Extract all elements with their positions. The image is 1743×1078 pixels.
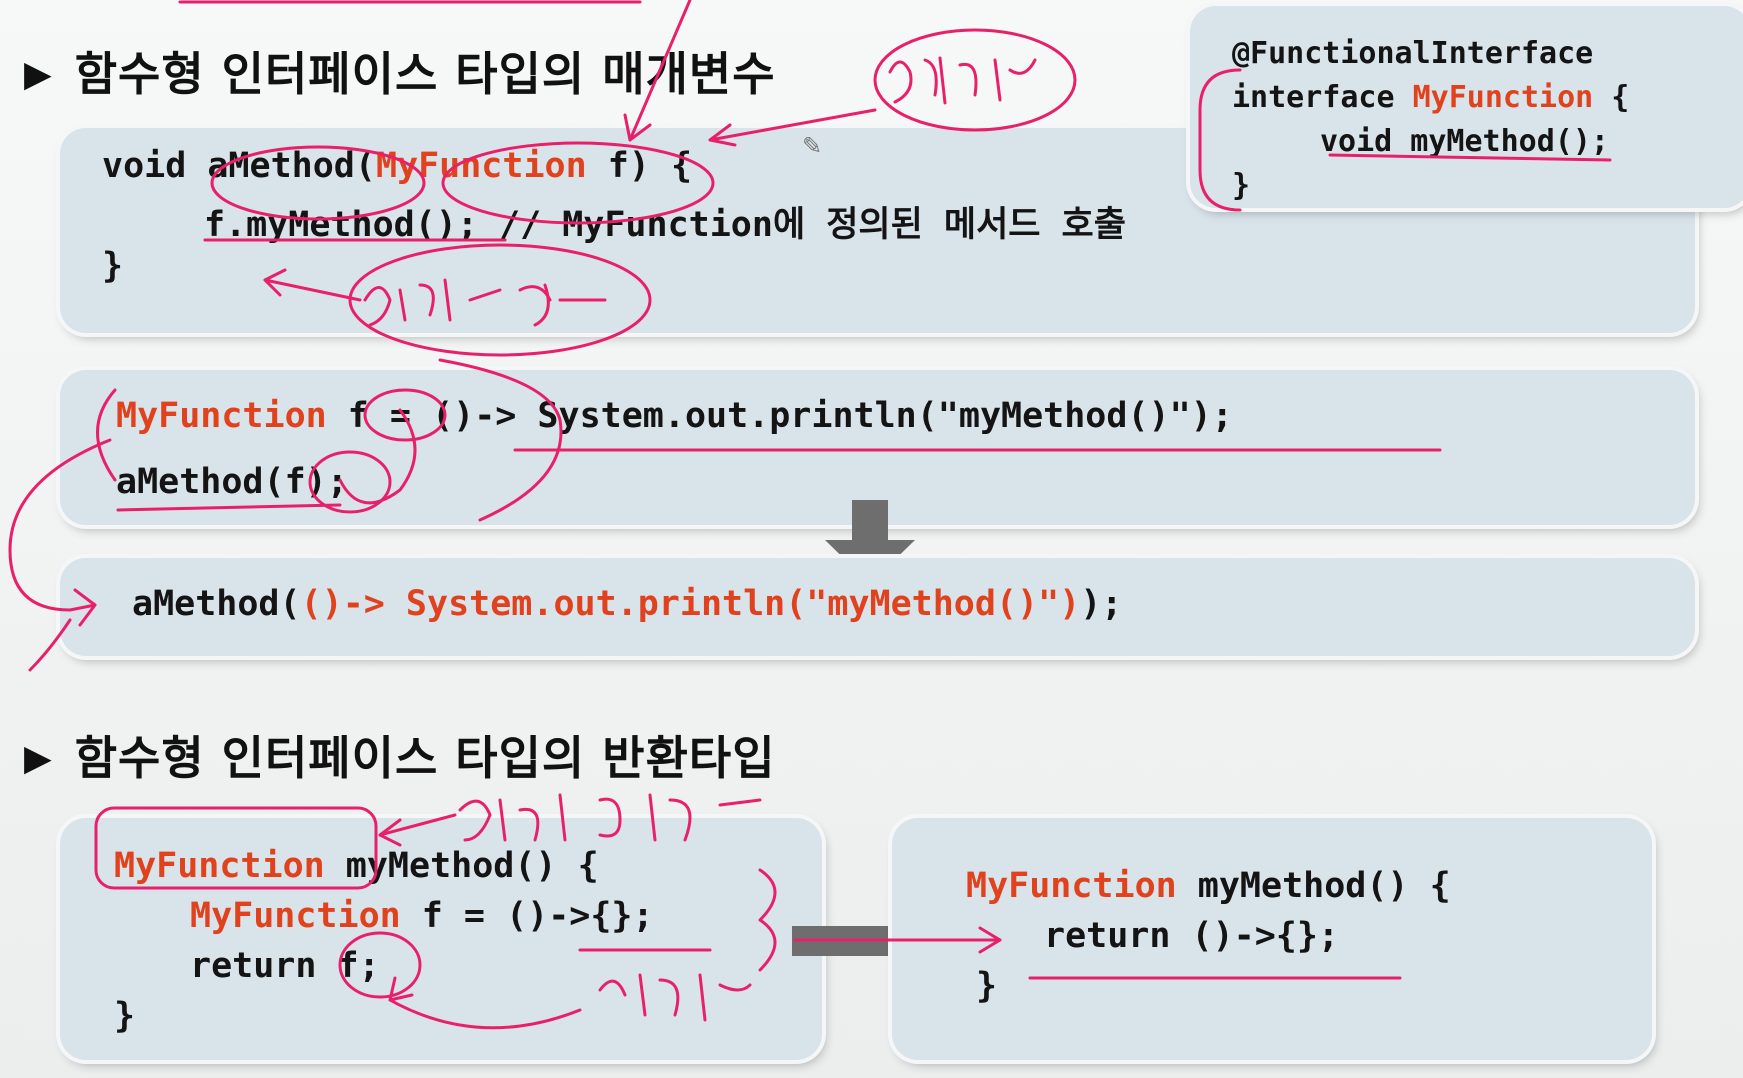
code-line: void aMethod(MyFunction f) { bbox=[102, 146, 692, 186]
ink-circle bbox=[873, 28, 1077, 132]
bullet-triangle-icon: ▶ bbox=[24, 54, 53, 95]
code-text: aMethod( bbox=[132, 584, 301, 624]
type-name: MyFunction bbox=[375, 146, 587, 186]
section-heading-text: 함수형 인터페이스 타입의 매개변수 bbox=[74, 47, 776, 101]
code-line: void myMethod(); bbox=[1320, 124, 1609, 159]
code-line: MyFunction myMethod() { bbox=[966, 866, 1451, 906]
code-text: { bbox=[1593, 80, 1630, 115]
code-line: f.myMethod(); // MyFunction에 정의된 메서드 호출 bbox=[204, 205, 1126, 245]
section-heading-text: 함수형 인터페이스 타입의 반환타입 bbox=[74, 731, 776, 785]
section-heading-parameter: ▶ 함수형 인터페이스 타입의 매개변수 bbox=[24, 38, 776, 104]
code-text: f = ()-> System.out.println("myMethod()"… bbox=[326, 396, 1233, 436]
lambda-expression: ()-> System.out.println("myMethod()") bbox=[300, 584, 1081, 624]
code-text: myMethod() { bbox=[1176, 866, 1451, 906]
code-text: void aMethod( bbox=[102, 146, 376, 186]
type-name: MyFunction bbox=[114, 846, 325, 886]
type-name: MyFunction bbox=[116, 396, 327, 436]
code-text: ); bbox=[1080, 584, 1123, 624]
code-text: myMethod() { bbox=[324, 846, 599, 886]
section-heading-return-type: ▶ 함수형 인터페이스 타입의 반환타입 bbox=[24, 722, 776, 788]
type-name: MyFunction bbox=[190, 896, 401, 936]
type-name: MyFunction bbox=[966, 866, 1177, 906]
pen-cursor-icon: ✎ bbox=[802, 132, 823, 160]
code-line: aMethod(()-> System.out.println("myMetho… bbox=[132, 584, 1122, 624]
code-line: } bbox=[976, 966, 998, 1006]
code-box-return-inline: MyFunction myMethod() { return ()->{}; } bbox=[892, 818, 1652, 1060]
bullet-triangle-icon: ▶ bbox=[24, 738, 53, 779]
ink-handwriting-lambda bbox=[888, 56, 1037, 105]
code-line: @FunctionalInterface bbox=[1232, 36, 1594, 71]
code-line: aMethod(f); bbox=[116, 462, 348, 502]
code-box-inline-lambda: aMethod(()-> System.out.println("myMetho… bbox=[60, 558, 1695, 656]
code-line: MyFunction myMethod() { bbox=[114, 846, 599, 886]
code-box-return-explicit: MyFunction myMethod() { MyFunction f = (… bbox=[60, 818, 822, 1060]
code-line: MyFunction f = ()->{}; bbox=[190, 896, 654, 936]
code-box-interface: @FunctionalInterface interface MyFunctio… bbox=[1190, 6, 1743, 208]
code-line: } bbox=[102, 246, 124, 286]
code-line: interface MyFunction { bbox=[1232, 80, 1629, 115]
code-line: } bbox=[1232, 168, 1251, 203]
type-name: MyFunction bbox=[1412, 80, 1594, 115]
code-line: return f; bbox=[190, 946, 380, 986]
code-line: MyFunction f = ()-> System.out.println("… bbox=[116, 396, 1233, 436]
code-text: f) { bbox=[586, 146, 693, 186]
code-text: interface bbox=[1232, 80, 1413, 115]
code-line: return ()->{}; bbox=[1044, 916, 1340, 956]
code-line: } bbox=[114, 996, 136, 1036]
code-text: f = ()->{}; bbox=[400, 896, 654, 936]
